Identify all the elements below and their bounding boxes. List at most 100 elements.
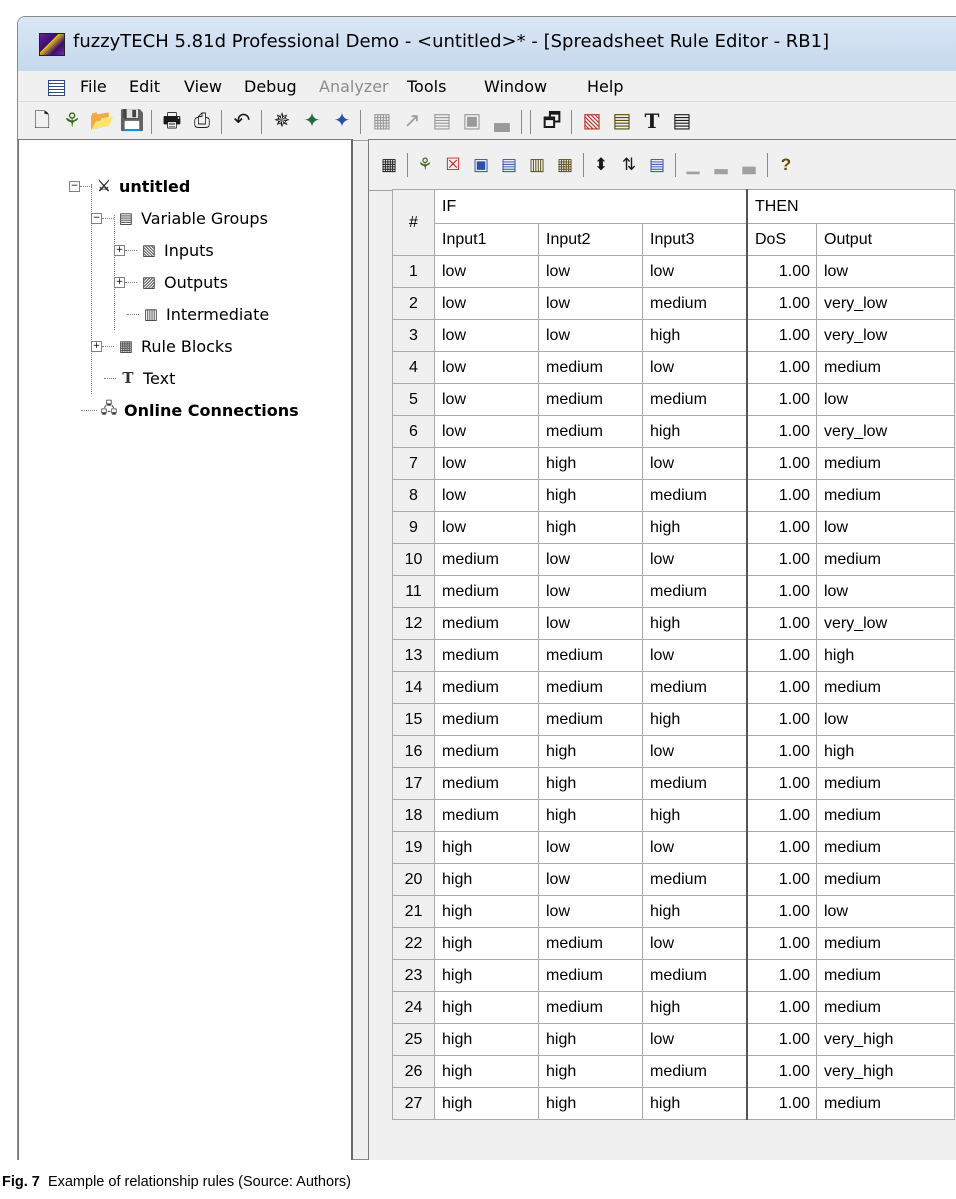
input1-cell[interactable]: medium [434, 575, 539, 608]
rule-number-cell[interactable]: 20 [392, 863, 435, 896]
insert-rule-icon[interactable]: ▦ [555, 154, 575, 174]
input1-cell[interactable]: high [434, 1087, 539, 1120]
table-row[interactable]: 9 low high high 1.00 low [392, 511, 955, 544]
rule-number-cell[interactable]: 16 [392, 735, 435, 768]
output-cell[interactable]: low [816, 895, 955, 928]
title-bar[interactable]: fuzzyTECH 5.81d Professional Demo - <unt… [18, 17, 956, 71]
column-header-input2[interactable]: Input2 [538, 223, 643, 256]
input2-cell[interactable]: high [538, 479, 643, 512]
output-cell[interactable]: low [816, 703, 955, 736]
tree-item-text[interactable]: 𝐓 Text [104, 366, 175, 390]
rule-number-cell[interactable]: 25 [392, 1023, 435, 1056]
output-cell[interactable]: very_high [816, 1055, 955, 1088]
output-cell[interactable]: very_high [816, 1023, 955, 1056]
input2-cell[interactable]: medium [538, 415, 643, 448]
table-row[interactable]: 7 low high low 1.00 medium [392, 447, 955, 480]
table-row[interactable]: 5 low medium medium 1.00 low [392, 383, 955, 416]
table-row[interactable]: 24 high medium high 1.00 medium [392, 991, 955, 1024]
input2-cell[interactable]: medium [538, 639, 643, 672]
input1-cell[interactable]: low [434, 319, 539, 352]
tree-item-online-connections[interactable]: 🖧 Online Connections [81, 398, 299, 422]
input3-cell[interactable]: low [642, 447, 748, 480]
input2-cell[interactable]: medium [538, 991, 643, 1024]
table-row[interactable]: 4 low medium low 1.00 medium [392, 351, 955, 384]
dos-cell[interactable]: 1.00 [746, 351, 817, 384]
wizard-icon[interactable]: ⚘ [60, 109, 84, 133]
output-cell[interactable]: medium [816, 351, 955, 384]
input3-cell[interactable]: medium [642, 1055, 748, 1088]
output-cell[interactable]: medium [816, 799, 955, 832]
rule-number-cell[interactable]: 15 [392, 703, 435, 736]
menu-file[interactable]: File [80, 77, 107, 96]
output-cell[interactable]: very_low [816, 319, 955, 352]
collapse-toggle-icon[interactable]: − [91, 212, 102, 224]
dos-cell[interactable]: 1.00 [746, 575, 817, 608]
input3-cell[interactable]: medium [642, 383, 748, 416]
dos-cell[interactable]: 1.00 [746, 1087, 817, 1120]
input3-cell[interactable]: high [642, 895, 748, 928]
rule-number-cell[interactable]: 2 [392, 287, 435, 320]
tree-item-variable-groups[interactable]: − ▤ Variable Groups [91, 206, 268, 230]
rule-number-cell[interactable]: 13 [392, 639, 435, 672]
table-row[interactable]: 20 high low medium 1.00 medium [392, 863, 955, 896]
input1-cell[interactable]: medium [434, 639, 539, 672]
insert-rule-icon[interactable]: ▥ [527, 154, 547, 174]
undo-icon[interactable]: ↶ [230, 109, 254, 133]
output-cell[interactable]: high [816, 639, 955, 672]
output-cell[interactable]: very_low [816, 607, 955, 640]
rule-number-cell[interactable]: 11 [392, 575, 435, 608]
input1-cell[interactable]: medium [434, 767, 539, 800]
edit-rules-icon[interactable]: ▤ [610, 109, 634, 133]
open-icon[interactable]: 📂 [90, 109, 115, 133]
input2-cell[interactable]: low [538, 319, 643, 352]
input2-cell[interactable]: high [538, 799, 643, 832]
dos-cell[interactable]: 1.00 [746, 639, 817, 672]
input2-cell[interactable]: high [538, 1023, 643, 1056]
input3-cell[interactable]: high [642, 415, 748, 448]
table-row[interactable]: 8 low high medium 1.00 medium [392, 479, 955, 512]
menu-help[interactable]: Help [587, 77, 623, 96]
input2-cell[interactable]: low [538, 575, 643, 608]
rule-number-cell[interactable]: 24 [392, 991, 435, 1024]
new-icon[interactable]: 🗋 [30, 109, 54, 133]
table-row[interactable]: 25 high high low 1.00 very_high [392, 1023, 955, 1056]
rule-number-cell[interactable]: 7 [392, 447, 435, 480]
input3-cell[interactable]: high [642, 607, 748, 640]
output-cell[interactable]: medium [816, 959, 955, 992]
input3-cell[interactable]: low [642, 351, 748, 384]
rule-number-cell[interactable]: 23 [392, 959, 435, 992]
properties-icon[interactable]: 🗗 [540, 109, 564, 133]
project-tree-pane[interactable]: − ⚔ untitled − ▤ Variable Groups + ▧ Inp… [18, 139, 353, 1160]
output-cell[interactable]: very_low [816, 415, 955, 448]
column-header-output[interactable]: Output [816, 223, 955, 256]
input1-cell[interactable]: low [434, 383, 539, 416]
output-cell[interactable]: very_low [816, 287, 955, 320]
dos-cell[interactable]: 1.00 [746, 767, 817, 800]
table-row[interactable]: 16 medium high low 1.00 high [392, 735, 955, 768]
column-header-dos[interactable]: DoS [746, 223, 817, 256]
output-cell[interactable]: medium [816, 991, 955, 1024]
dos-cell[interactable]: 1.00 [746, 415, 817, 448]
menu-edit[interactable]: Edit [129, 77, 160, 96]
menu-window[interactable]: Window [484, 77, 547, 96]
table-row[interactable]: 19 high low low 1.00 medium [392, 831, 955, 864]
text-icon[interactable]: 𝐓 [640, 109, 664, 133]
output-cell[interactable]: medium [816, 767, 955, 800]
table-row[interactable]: 15 medium medium high 1.00 low [392, 703, 955, 736]
menu-view[interactable]: View [184, 77, 222, 96]
output-cell[interactable]: low [816, 511, 955, 544]
input3-cell[interactable]: high [642, 991, 748, 1024]
matrix-icon[interactable]: ▤ [647, 154, 667, 174]
rule-number-cell[interactable]: 10 [392, 543, 435, 576]
input2-cell[interactable]: high [538, 735, 643, 768]
table-row[interactable]: 21 high low high 1.00 low [392, 895, 955, 928]
rule-block-icon[interactable]: ▦ [379, 154, 399, 174]
debug-icon[interactable]: ✵ [270, 109, 294, 133]
input3-cell[interactable]: high [642, 799, 748, 832]
table-row[interactable]: 1 low low low 1.00 low [392, 255, 955, 288]
table-row[interactable]: 27 high high high 1.00 medium [392, 1087, 955, 1120]
input1-cell[interactable]: high [434, 991, 539, 1024]
rule-number-cell[interactable]: 9 [392, 511, 435, 544]
input2-cell[interactable]: medium [538, 351, 643, 384]
column-header-input1[interactable]: Input1 [434, 223, 539, 256]
